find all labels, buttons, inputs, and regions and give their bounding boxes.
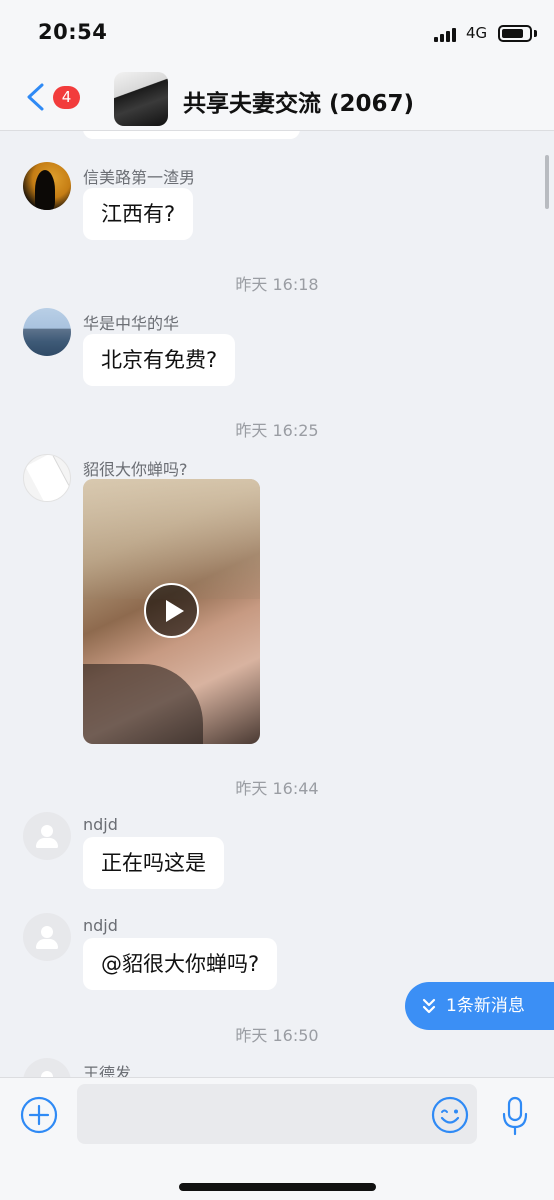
- avatar[interactable]: [23, 162, 71, 210]
- avatar[interactable]: [23, 308, 71, 356]
- scrollbar[interactable]: [545, 155, 549, 209]
- timestamp: 昨天 16:18: [235, 275, 319, 294]
- sender-name: ndjd: [83, 815, 118, 834]
- timestamp: 昨天 16:25: [235, 421, 319, 440]
- new-messages-label: 1条新消息: [446, 996, 525, 1016]
- timestamp: 昨天 16:44: [235, 779, 319, 798]
- home-indicator[interactable]: [179, 1183, 376, 1191]
- emoji-icon[interactable]: [431, 1096, 469, 1134]
- avatar[interactable]: [23, 1058, 71, 1077]
- double-chevron-down-icon: [422, 998, 436, 1014]
- message-bubble-partial: [83, 131, 300, 139]
- avatar[interactable]: [23, 812, 71, 860]
- message-input[interactable]: [77, 1084, 477, 1144]
- sender-name: 信美路第一渣男: [83, 168, 196, 187]
- input-bar: [0, 1077, 554, 1200]
- status-bar: 20:54 4G: [0, 0, 554, 62]
- clock: 20:54: [38, 20, 108, 44]
- chat-header: 4 共享夫妻交流 (2067): [0, 62, 554, 131]
- avatar[interactable]: [23, 913, 71, 961]
- sender-name: 华是中华的华: [83, 314, 180, 333]
- battery-tip: [534, 30, 537, 37]
- sender-name: 貂很大你蝉吗?: [83, 460, 188, 479]
- back-icon[interactable]: [24, 82, 48, 112]
- new-messages-button[interactable]: 1条新消息: [405, 982, 554, 1030]
- play-icon[interactable]: [144, 583, 199, 638]
- avatar[interactable]: [23, 454, 71, 502]
- sender-name: 王德发: [83, 1064, 132, 1077]
- message-bubble[interactable]: 北京有免费?: [83, 334, 236, 386]
- group-title[interactable]: 共享夫妻交流 (2067): [183, 84, 414, 118]
- message-bubble[interactable]: @貂很大你蝉吗?: [83, 938, 278, 990]
- battery-icon: [498, 25, 532, 42]
- message-bubble[interactable]: 正在吗这是: [83, 837, 224, 889]
- plus-icon[interactable]: [20, 1096, 58, 1134]
- mic-icon[interactable]: [500, 1096, 530, 1136]
- network-type: 4G: [466, 24, 488, 42]
- video-message[interactable]: [83, 479, 260, 744]
- signal-icon: [434, 28, 460, 42]
- message-bubble[interactable]: 江西有?: [83, 188, 194, 240]
- group-avatar[interactable]: [114, 72, 168, 126]
- unread-badge[interactable]: 4: [53, 86, 80, 109]
- message-list[interactable]: 信美路第一渣男 江西有? 昨天 16:18 华是中华的华 北京有免费? 昨天 1…: [0, 131, 554, 1077]
- sender-name: ndjd: [83, 916, 118, 935]
